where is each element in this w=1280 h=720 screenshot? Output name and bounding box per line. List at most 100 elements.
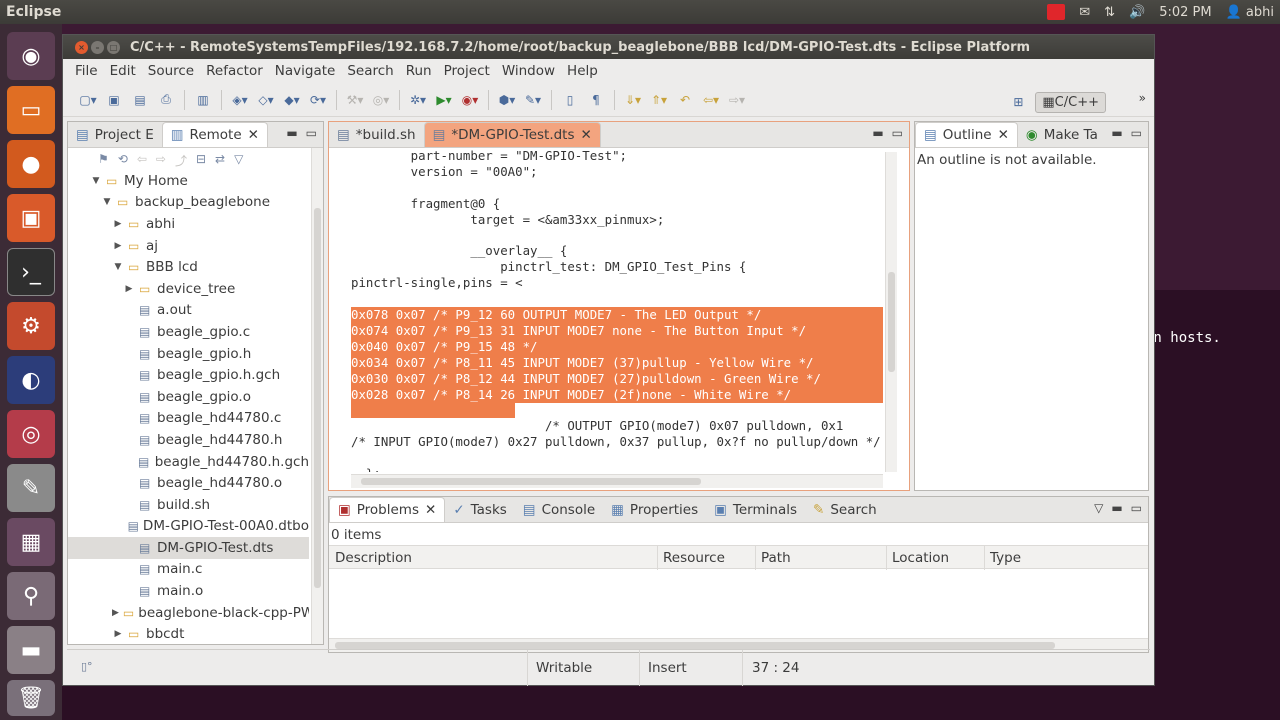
link-editor-icon[interactable]: ⇄ (215, 152, 225, 169)
tree-file-item[interactable]: ▤ main.c (68, 559, 309, 581)
tree-folder-item[interactable]: ▶ ▭ device_tree (68, 278, 309, 300)
tab-project-explorer[interactable]: ▤ Project E (68, 122, 162, 147)
tab-search[interactable]: ✎ Search (805, 497, 885, 522)
tab-make-target[interactable]: ◉ Make Ta (1018, 122, 1106, 147)
close-window-button[interactable]: × (75, 40, 88, 54)
tree-file-item[interactable]: ▤ a.out (68, 300, 309, 322)
new-icon[interactable]: ▢▾ (77, 90, 99, 110)
column-description[interactable]: Description (335, 550, 412, 566)
refresh-icon[interactable]: ⟲ (118, 152, 128, 169)
user-menu[interactable]: 👤 abhi (1226, 5, 1274, 20)
collapsed-arrow-icon[interactable]: ▶ (112, 629, 124, 639)
tree-file-item[interactable]: ▤ beagle_hd44780.c (68, 408, 309, 430)
tree-file-item[interactable]: ▤ beagle_gpio.h.gch (68, 364, 309, 386)
minimize-icon[interactable]: ▬ (1111, 126, 1122, 140)
close-tab-icon[interactable]: ✕ (581, 127, 592, 143)
tree-folder-item[interactable]: ▼ ▭ backup_beaglebone (68, 192, 309, 214)
close-tab-icon[interactable]: ✕ (425, 502, 436, 518)
minimize-window-button[interactable]: – (91, 40, 104, 54)
menu-window[interactable]: Window (496, 63, 561, 79)
minimize-icon[interactable]: ▬ (872, 126, 883, 140)
back-nav-icon[interactable]: ⇦ (137, 152, 147, 169)
minimize-icon[interactable]: ▬ (1111, 501, 1122, 515)
collapse-all-icon[interactable]: ⊟ (196, 152, 206, 169)
workspace-switcher-icon[interactable]: ▦ (7, 518, 55, 566)
tree-file-item[interactable]: ▤ DM-GPIO-Test.dts (68, 537, 309, 559)
perspective-cpp-button[interactable]: ▦C/C++ (1035, 91, 1106, 113)
new-class-icon[interactable]: ◆▾ (281, 90, 303, 110)
expanded-arrow-icon[interactable]: ▼ (90, 176, 102, 186)
software-center-icon[interactable]: ▣ (7, 194, 55, 242)
prev-annotation-icon[interactable]: ⇑▾ (648, 90, 670, 110)
tab-console[interactable]: ▤ Console (515, 497, 603, 522)
maximize-icon[interactable]: ▭ (892, 126, 903, 140)
tree-file-item[interactable]: ▤ main.o (68, 580, 309, 602)
mail-icon[interactable]: ✉ (1079, 5, 1090, 20)
firefox-icon[interactable]: ● (7, 140, 55, 188)
tree-file-item[interactable]: ▤ DM-GPIO-Test-00A0.dtbo (68, 516, 309, 538)
menu-project[interactable]: Project (438, 63, 496, 79)
column-resource[interactable]: Resource (663, 550, 725, 566)
debug-icon[interactable]: ✲▾ (407, 90, 429, 110)
tree-folder-item[interactable]: ▶ ▭ bbcdt (68, 623, 309, 644)
tab-properties[interactable]: ▦ Properties (603, 497, 706, 522)
column-type[interactable]: Type (990, 550, 1021, 566)
tree-file-item[interactable]: ▤ beagle_hd44780.o (68, 472, 309, 494)
menu-source[interactable]: Source (142, 63, 200, 79)
collapsed-arrow-icon[interactable]: ▶ (112, 608, 119, 618)
maximize-icon[interactable]: ▭ (1131, 501, 1142, 515)
tab-remote[interactable]: ▥ Remote ✕ (161, 122, 268, 147)
tab-problems[interactable]: ▣ Problems ✕ (329, 497, 446, 522)
tab-terminals[interactable]: ▣ Terminals (706, 497, 805, 522)
search-tool-icon[interactable]: ✎▾ (522, 90, 544, 110)
trash-icon[interactable]: 🗑 (7, 680, 55, 716)
dash-icon[interactable]: ◉ (7, 32, 55, 80)
tab-outline[interactable]: ▤ Outline ✕ (915, 122, 1018, 147)
maximize-window-button[interactable]: □ (107, 40, 120, 54)
toolbar-overflow-icon[interactable]: » (1139, 91, 1146, 105)
eclipse-icon[interactable]: ◐ (7, 356, 55, 404)
external-tools-icon[interactable]: ◉▾ (459, 90, 481, 110)
open-type-icon[interactable]: ⬢▾ (496, 90, 518, 110)
tree-file-item[interactable]: ▤ beagle_gpio.h (68, 343, 309, 365)
new-project-icon[interactable]: ◈▾ (229, 90, 251, 110)
close-tab-icon[interactable]: ✕ (998, 127, 1009, 143)
save-all-icon[interactable]: ▤ (129, 90, 151, 110)
maximize-icon[interactable]: ▭ (306, 126, 317, 140)
column-location[interactable]: Location (892, 550, 949, 566)
tab-build-sh[interactable]: ▤ *build.sh (329, 122, 424, 147)
up-nav-icon[interactable]: ⤴ (175, 152, 187, 169)
print-icon[interactable]: ⎙ (155, 90, 177, 110)
view-menu-icon[interactable]: ▽ (1094, 501, 1103, 515)
menu-refactor[interactable]: Refactor (200, 63, 269, 79)
tab-dm-gpio-test-dts[interactable]: ▤ *DM-GPIO-Test.dts ✕ (423, 122, 601, 147)
tree-file-item[interactable]: ▤ beagle_gpio.o (68, 386, 309, 408)
tree-folder-item[interactable]: ▼ ▭ My Home (68, 170, 309, 192)
tree-scrollbar[interactable] (311, 148, 323, 644)
run-icon[interactable]: ▶▾ (433, 90, 455, 110)
collapsed-arrow-icon[interactable]: ▶ (112, 241, 124, 251)
toggle-mark-icon[interactable]: ▯ (559, 90, 581, 110)
new-connection-icon[interactable]: ⚑ (98, 152, 109, 169)
show-whitespace-icon[interactable]: ¶ (585, 90, 607, 110)
build-config-icon[interactable]: ⚒▾ (344, 90, 366, 110)
maximize-icon[interactable]: ▭ (1131, 126, 1142, 140)
refresh-icon[interactable]: ⟳▾ (307, 90, 329, 110)
back-icon[interactable]: ⇦▾ (700, 90, 722, 110)
collapsed-arrow-icon[interactable]: ▶ (123, 284, 135, 294)
menu-file[interactable]: File (69, 63, 104, 79)
text-editor-icon[interactable]: ✎ (7, 464, 55, 512)
open-perspective-icon[interactable]: ⊞ (1007, 92, 1029, 112)
code-editor[interactable]: part-number = "DM-GPIO-Test"; version = … (351, 148, 883, 472)
network-icon[interactable]: ⇅ (1104, 5, 1115, 20)
indicator-icon[interactable] (1047, 4, 1066, 20)
menu-run[interactable]: Run (400, 63, 438, 79)
expanded-arrow-icon[interactable]: ▼ (101, 197, 113, 207)
next-annotation-icon[interactable]: ⇓▾ (622, 90, 644, 110)
last-edit-icon[interactable]: ↶ (674, 90, 696, 110)
close-tab-icon[interactable]: ✕ (248, 127, 259, 143)
minimize-icon[interactable]: ▬ (286, 126, 297, 140)
tree-file-item[interactable]: ▤ beagle_gpio.c (68, 321, 309, 343)
target-icon[interactable]: ◎▾ (370, 90, 392, 110)
tree-file-item[interactable]: ▤ build.sh (68, 494, 309, 516)
